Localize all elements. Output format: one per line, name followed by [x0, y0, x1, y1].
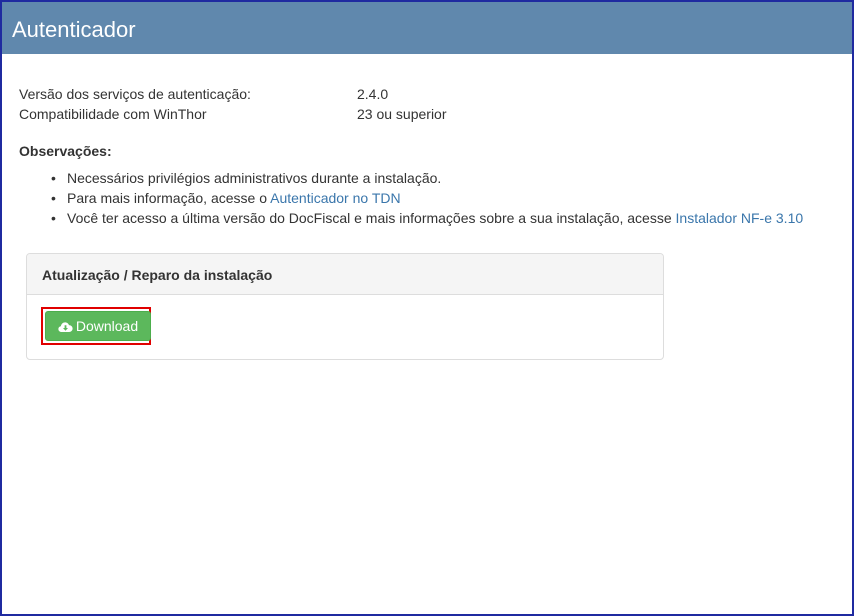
- version-label: Versão dos serviços de autenticação:: [19, 86, 251, 102]
- version-value: 2.4.0: [357, 86, 389, 102]
- compatibility-value: 23 ou superior: [357, 106, 447, 122]
- cloud-download-icon: [58, 322, 73, 332]
- observation-text: Para mais informação, acesse o: [67, 190, 271, 206]
- autenticador-tdn-link[interactable]: Autenticador no TDN: [270, 190, 400, 206]
- observation-text: Necessários privilégios administrativos …: [67, 170, 442, 186]
- panel-heading: Atualização / Reparo da instalação: [27, 254, 663, 295]
- bullet-icon: •: [51, 190, 56, 206]
- observation-text: Você ter acesso a última versão do DocFi…: [67, 210, 676, 226]
- observations-list: • Necessários privilégios administrativo…: [34, 168, 834, 228]
- bullet-icon: •: [51, 170, 56, 186]
- observations-title: Observações:: [19, 143, 112, 159]
- download-highlight-box: Download: [41, 307, 151, 345]
- list-item: • Para mais informação, acesse o Autenti…: [34, 188, 834, 208]
- page-title: Autenticador: [12, 17, 136, 42]
- list-item: • Necessários privilégios administrativo…: [34, 168, 834, 188]
- download-button[interactable]: Download: [45, 311, 151, 341]
- version-row: Versão dos serviços de autenticação: 2.4…: [19, 85, 619, 103]
- compatibility-row: Compatibilidade com WinThor 23 ou superi…: [19, 105, 619, 123]
- bullet-icon: •: [51, 210, 56, 226]
- instalador-nfe-link[interactable]: Instalador NF-e 3.10: [676, 210, 804, 226]
- panel-title: Atualização / Reparo da instalação: [42, 267, 273, 283]
- download-label: Download: [75, 318, 139, 334]
- page-frame: Autenticador Versão dos serviços de aute…: [0, 0, 854, 616]
- update-repair-panel: Atualização / Reparo da instalação Downl…: [26, 253, 664, 360]
- list-item: • Você ter acesso a última versão do Doc…: [34, 208, 834, 228]
- page-header: Autenticador: [2, 2, 852, 54]
- compatibility-label: Compatibilidade com WinThor: [19, 106, 207, 122]
